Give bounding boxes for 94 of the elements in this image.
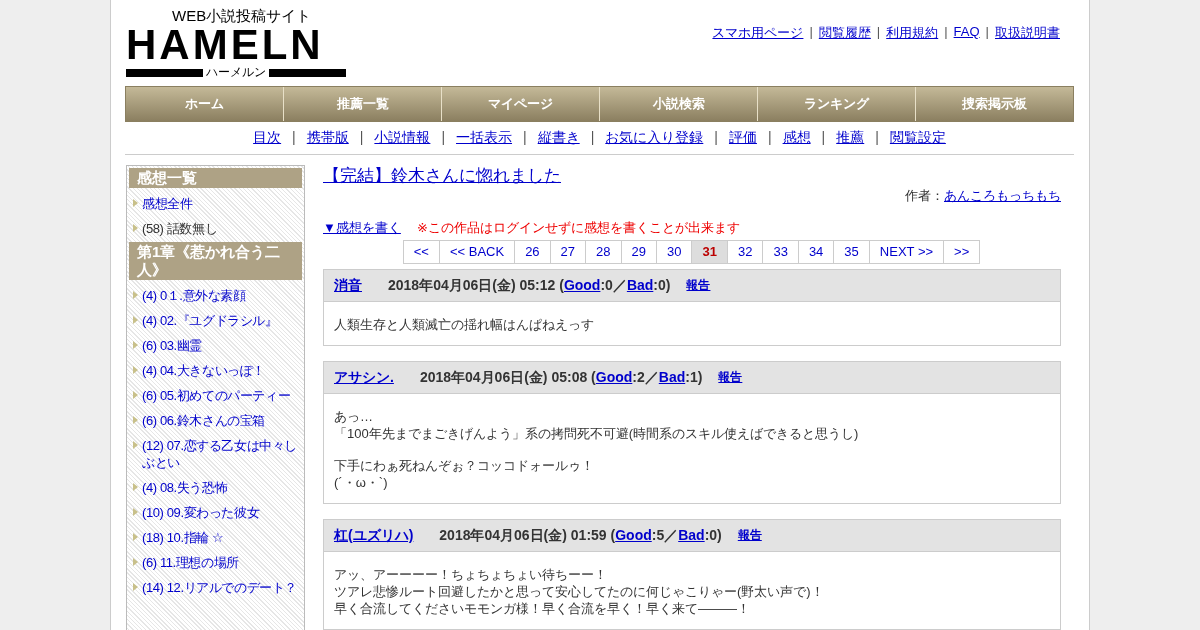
menu-link[interactable]: 感想 — [782, 129, 811, 147]
novel-title-link[interactable]: 【完結】鈴木さんに惚れました — [323, 165, 561, 187]
menu-link[interactable]: 携帯版 — [306, 129, 349, 147]
separator: | — [875, 129, 879, 147]
menu-link[interactable]: お気に入り登録 — [605, 129, 704, 147]
page-link[interactable]: 30 — [656, 240, 693, 264]
menu-link[interactable]: 推薦 — [836, 129, 865, 147]
bullet-icon — [133, 316, 138, 324]
bullet-icon — [133, 558, 138, 566]
page-link[interactable]: << — [402, 240, 440, 264]
sidebar-link[interactable]: (6) 05.初めてのパーティー — [142, 387, 291, 404]
sidebar-link[interactable]: (4) 04.大きないっぽ！ — [142, 362, 265, 379]
page-link[interactable]: >> — [943, 240, 981, 264]
bullet-icon — [133, 441, 138, 449]
sidebar-link[interactable]: (12) 07.恋する乙女は中々しぶとい — [142, 437, 302, 471]
comment-text: あっ… 「100年先までまごきげんよう」系の拷問死不可避(時間系のスキル使えばできると思うし) — [334, 408, 860, 442]
bullet-icon — [133, 508, 138, 516]
header-link[interactable]: 取扱説明書 — [995, 24, 1060, 42]
comment-meta: 2018年04月06日(金) 01:59 (Good:5／Bad:0) — [439, 527, 722, 544]
bullet-icon — [133, 224, 138, 232]
separator: | — [985, 24, 989, 41]
bullet-icon — [133, 583, 138, 591]
bullet-icon — [133, 483, 138, 491]
page-link[interactable]: 31 — [691, 240, 728, 264]
sidebar-link[interactable]: (10) 09.変わった彼女 — [142, 504, 260, 521]
logo-wordmark: HAMELN — [126, 24, 325, 66]
separator: | — [441, 129, 446, 147]
sidebar-link[interactable]: (4) 08.失う恐怖 — [142, 479, 228, 496]
bullet-icon — [133, 341, 138, 349]
sidebar-link[interactable]: (4) 0１.意外な素顔 — [142, 287, 246, 304]
sidebar-link[interactable]: (14) 12.リアルでのデート？ — [142, 579, 297, 596]
author-label: 作者： — [905, 188, 944, 203]
separator: | — [821, 129, 826, 147]
separator: | — [359, 129, 364, 147]
header-link[interactable]: スマホ用ページ — [712, 24, 804, 42]
bullet-icon — [133, 366, 138, 374]
separator: | — [876, 24, 881, 41]
page-link[interactable]: 28 — [585, 240, 622, 264]
guest-notice: ※この作品はログインせずに感想を書くことが出来ます — [416, 219, 740, 237]
sidebar-link[interactable]: 感想全件 — [142, 195, 193, 212]
separator: | — [590, 129, 595, 147]
commenter-link[interactable]: 杠(ユズリハ) — [334, 527, 414, 544]
sidebar-link[interactable]: (18) 10.指輪 ☆ — [142, 529, 224, 546]
comment-text: 下手にわぁ死ねんぞぉ？コッコドォールゥ！ (´・ω・`) — [334, 457, 595, 491]
page-link[interactable]: NEXT >> — [868, 240, 945, 264]
bullet-icon — [133, 291, 138, 299]
page-link[interactable]: 26 — [514, 240, 551, 264]
comment-text: 人類生存と人類滅亡の揺れ幅はんぱねえっす — [334, 316, 595, 333]
comment-meta: 2018年04月06日(金) 05:08 (Good:2／Bad:1) — [419, 369, 703, 386]
sidebar-link[interactable]: (6) 06.鈴木さんの宝箱 — [142, 412, 265, 429]
commenter-link[interactable]: 消音 — [334, 277, 362, 294]
menu-link[interactable]: 縦書き — [537, 129, 580, 147]
separator: | — [944, 24, 948, 41]
commenter-link[interactable]: アサシン. — [334, 369, 394, 386]
sidebar-link[interactable]: (6) 11.理想の場所 — [142, 554, 239, 571]
separator: | — [292, 129, 296, 147]
sidebar-link[interactable]: (6) 03.幽霊 — [142, 337, 202, 354]
menu-link[interactable]: 閲覧設定 — [889, 129, 946, 147]
logo-reading: ハーメルン — [206, 66, 266, 79]
sidebar-heading: 感想一覧 — [129, 168, 302, 188]
separator: | — [714, 129, 718, 147]
logo-tagline: WEB小説投稿サイト — [172, 8, 313, 24]
separator: | — [809, 24, 813, 41]
header-link[interactable]: 利用規約 — [886, 24, 939, 42]
vote-link[interactable]: Good — [615, 527, 652, 543]
sidebar-heading: 第1章《惹かれ合う二人》 — [129, 242, 302, 280]
write-comment-link[interactable]: ▼感想を書く — [323, 219, 401, 237]
comment-text: アッ、アーーーー！ちょちょちょい待ちーー！ ツアレ悲惨ルート回避したかと思って安心してたのに何じゃこりゃー(野太い声で)！ 早く合流してくださいモモンガ様！早く合流を早く！早く来て———！ — [334, 566, 825, 617]
bullet-icon — [133, 416, 138, 424]
page-link[interactable]: 33 — [762, 240, 799, 264]
menu-link[interactable]: 目次 — [253, 129, 282, 147]
bullet-icon — [133, 199, 138, 207]
separator: | — [767, 129, 772, 147]
vote-link[interactable]: Bad — [678, 527, 705, 543]
comment-meta: 2018年04月06日(金) 05:12 (Good:0／Bad:0) — [388, 277, 671, 294]
bullet-icon — [133, 391, 138, 399]
vote-link[interactable]: Bad — [626, 277, 654, 293]
report-link[interactable]: 報告 — [686, 277, 711, 294]
page-link[interactable]: << BACK — [438, 240, 516, 264]
report-link[interactable]: 報告 — [737, 527, 762, 544]
author-link[interactable]: あんころもっちもち — [944, 188, 1061, 203]
vote-link[interactable]: Good — [563, 277, 601, 293]
vote-link[interactable]: Bad — [658, 369, 686, 385]
header-link[interactable]: 閲覧履歴 — [818, 24, 871, 42]
header-link[interactable]: FAQ — [953, 24, 980, 42]
menu-link[interactable]: 小説情報 — [374, 129, 431, 147]
sidebar-link[interactable]: (4) 02.『ユグドラシル』 — [142, 312, 278, 329]
sidebar-text: (58) 話数無し — [142, 220, 218, 237]
page-link[interactable]: 35 — [833, 240, 870, 264]
bullet-icon — [133, 533, 138, 541]
separator: | — [523, 129, 527, 147]
menu-link[interactable]: 評価 — [728, 129, 757, 147]
report-link[interactable]: 報告 — [718, 369, 743, 386]
menu-link[interactable]: 一括表示 — [456, 129, 513, 147]
